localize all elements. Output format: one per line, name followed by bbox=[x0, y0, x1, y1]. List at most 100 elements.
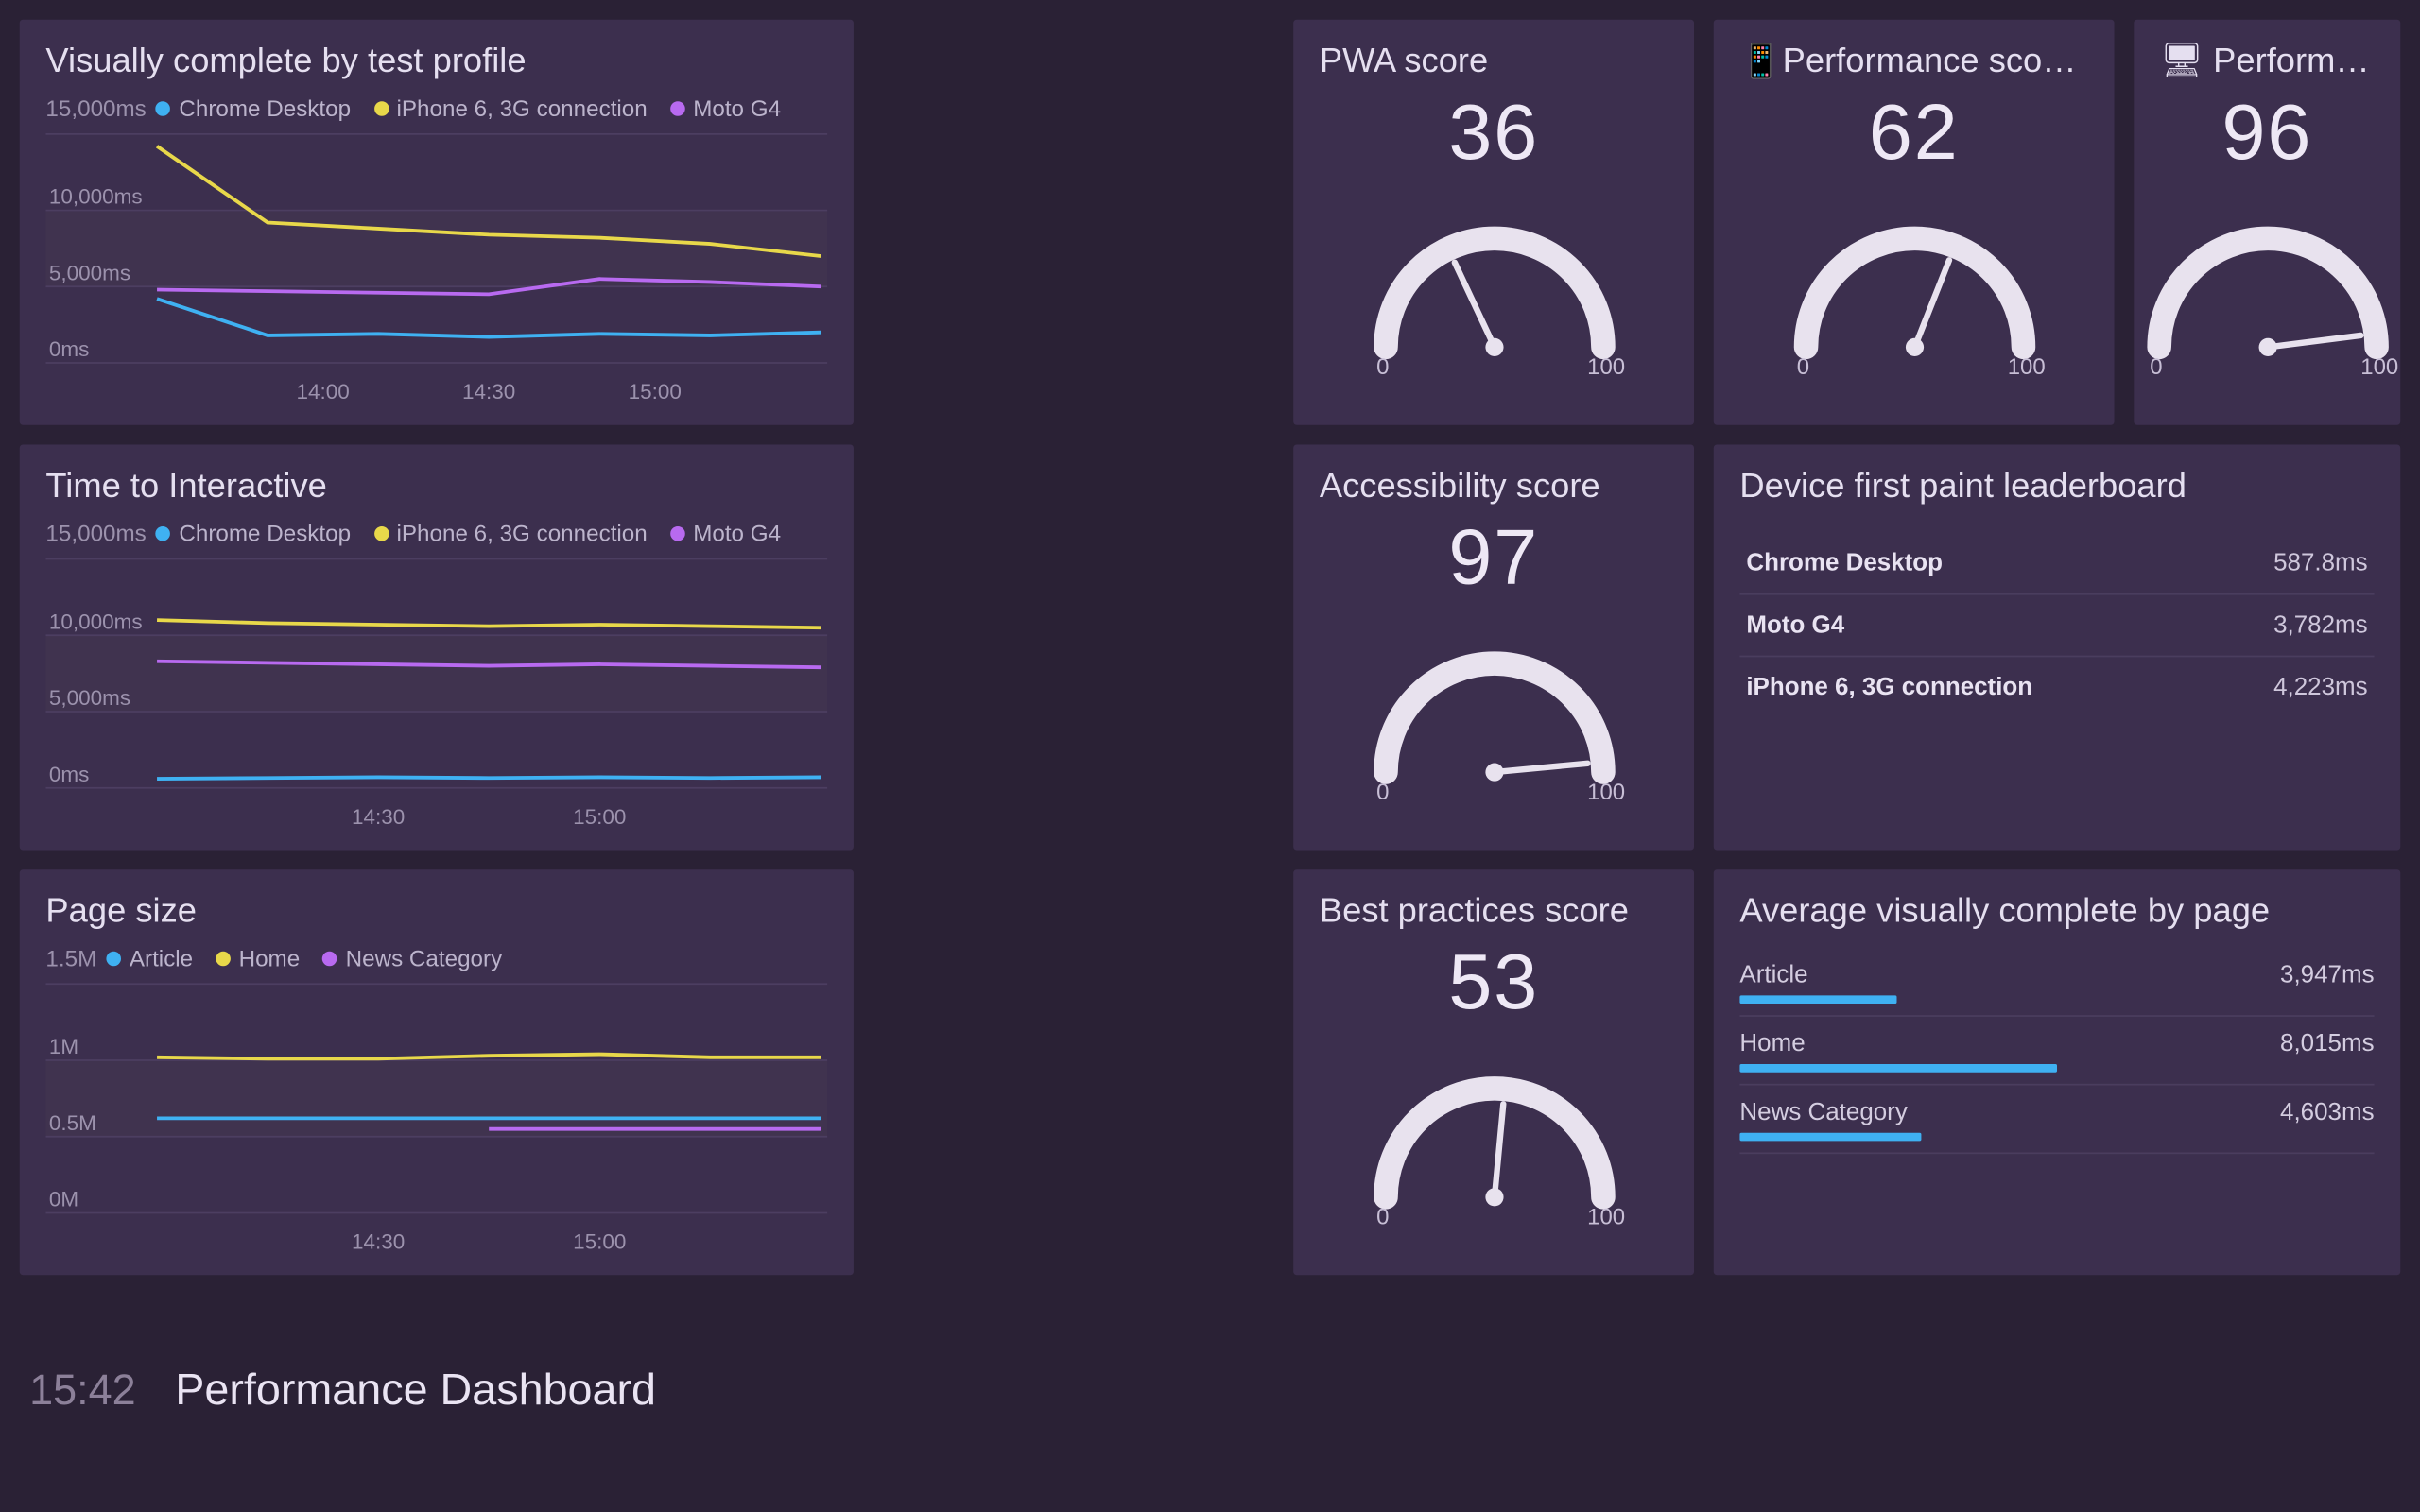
bar-name: News Category bbox=[1739, 1098, 1907, 1125]
legend-item: iPhone 6, 3G connection bbox=[373, 520, 647, 546]
legend-item: iPhone 6, 3G connection bbox=[373, 94, 647, 121]
gauge-value: 97 bbox=[1448, 513, 1539, 603]
bar-value: 4,603ms bbox=[2280, 1098, 2375, 1125]
card-title: Time to Interactive bbox=[45, 468, 827, 507]
leaderboard-value: 3,782ms bbox=[2273, 611, 2368, 639]
leaderboard-card: Device first paint leaderboardChrome Des… bbox=[1714, 444, 2400, 850]
gauge-value: 62 bbox=[1869, 88, 1960, 178]
legend-label: Moto G4 bbox=[693, 520, 781, 546]
svg-text:14:30: 14:30 bbox=[352, 805, 405, 829]
gauge-value: 53 bbox=[1448, 938, 1539, 1028]
bar-item: News Category 4,603ms bbox=[1739, 1098, 2374, 1141]
card-title: Visually complete by test profile bbox=[45, 43, 827, 82]
gauge: 360100 bbox=[1320, 94, 1668, 408]
barlist-card: Average visually complete by pageArticle… bbox=[1714, 869, 2400, 1275]
chart-plot-area: 10,000ms 5,000ms 0ms 14:00 14:30 15:00 bbox=[45, 130, 827, 408]
legend-label: News Category bbox=[346, 945, 503, 971]
bar-fill bbox=[1739, 995, 1895, 1004]
svg-text:0: 0 bbox=[1375, 354, 1388, 374]
svg-text:14:00: 14:00 bbox=[297, 380, 350, 404]
gauge-card: 📱Performance sco…620100 bbox=[1714, 20, 2115, 425]
card-title: Best practices score bbox=[1320, 892, 1668, 932]
legend-item: News Category bbox=[322, 945, 502, 971]
card-title: Accessibility score bbox=[1320, 468, 1668, 507]
gauge: 970100 bbox=[1320, 520, 1668, 833]
svg-text:100: 100 bbox=[1586, 780, 1624, 799]
svg-text:0ms: 0ms bbox=[49, 763, 89, 786]
legend-label: Article bbox=[130, 945, 193, 971]
legend-label: iPhone 6, 3G connection bbox=[397, 520, 648, 546]
footer-title: Performance Dashboard bbox=[175, 1364, 656, 1415]
gauge: 620100 bbox=[1739, 94, 2087, 408]
legend-label: iPhone 6, 3G connection bbox=[397, 94, 648, 121]
leaderboard-name: iPhone 6, 3G connection bbox=[1746, 674, 2032, 701]
svg-text:15:00: 15:00 bbox=[573, 1230, 626, 1254]
line-chart-card: Page size 1.5M Article Home News Category 1M 0… bbox=[20, 869, 854, 1275]
gauge-value: 36 bbox=[1448, 88, 1539, 178]
gauge-card: PWA score 360100 bbox=[1293, 20, 1694, 425]
legend-item: Home bbox=[216, 945, 300, 971]
y-axis-label: 15,000ms bbox=[45, 94, 146, 121]
legend-item: Chrome Desktop bbox=[156, 520, 351, 546]
legend-item: Moto G4 bbox=[670, 520, 781, 546]
svg-text:100: 100 bbox=[2007, 354, 2045, 374]
svg-text:0: 0 bbox=[1375, 1205, 1388, 1225]
gauge: 530100 bbox=[1320, 945, 1668, 1259]
bar-fill bbox=[1739, 1133, 1922, 1142]
y-axis-label: 15,000ms bbox=[45, 520, 146, 546]
bar-value: 3,947ms bbox=[2280, 961, 2375, 988]
svg-text:0: 0 bbox=[1375, 780, 1388, 799]
legend-dot-icon bbox=[156, 525, 171, 541]
svg-text:0: 0 bbox=[1796, 354, 1808, 374]
legend-label: Moto G4 bbox=[693, 94, 781, 121]
leaderboard-row: Chrome Desktop 587.8ms bbox=[1739, 533, 2374, 595]
legend-dot-icon bbox=[670, 100, 685, 115]
legend-dot-icon bbox=[373, 525, 389, 541]
bar-item: Article3,947ms bbox=[1739, 961, 2374, 1004]
bar-item: Home 8,015ms bbox=[1739, 1030, 2374, 1073]
svg-text:15:00: 15:00 bbox=[573, 805, 626, 829]
svg-text:1M: 1M bbox=[49, 1035, 78, 1058]
svg-text:0ms: 0ms bbox=[49, 337, 89, 361]
legend-dot-icon bbox=[322, 951, 337, 966]
leaderboard-name: Chrome Desktop bbox=[1746, 549, 1943, 576]
bar-value: 8,015ms bbox=[2280, 1030, 2375, 1057]
gauge-card: Best practices score 530100 bbox=[1293, 869, 1694, 1275]
card-title: PWA score bbox=[1320, 43, 1668, 82]
chart-legend: 15,000ms Chrome Desktop iPhone 6, 3G conne… bbox=[45, 520, 827, 546]
legend-label: Home bbox=[239, 945, 301, 971]
legend-dot-icon bbox=[670, 525, 685, 541]
leaderboard-value: 587.8ms bbox=[2273, 549, 2368, 576]
chart-legend: 1.5M Article Home News Category bbox=[45, 945, 827, 971]
barlist: Article3,947ms Home 8,015ms News Category 4,… bbox=[1739, 961, 2374, 1259]
legend-dot-icon bbox=[107, 951, 122, 966]
svg-text:5,000ms: 5,000ms bbox=[49, 261, 130, 284]
svg-text:10,000ms: 10,000ms bbox=[49, 185, 143, 209]
svg-text:14:30: 14:30 bbox=[462, 380, 515, 404]
svg-text:10,000ms: 10,000ms bbox=[49, 610, 143, 633]
legend-item: Chrome Desktop bbox=[156, 94, 351, 121]
legend-dot-icon bbox=[373, 100, 389, 115]
line-chart-card: Visually complete by test profile 15,000m… bbox=[20, 20, 854, 425]
leaderboard-list: Chrome Desktop 587.8ms Moto G43,782ms iPhon… bbox=[1739, 533, 2374, 833]
y-axis-label: 1.5M bbox=[45, 945, 96, 971]
leaderboard-row: Moto G43,782ms bbox=[1739, 595, 2374, 658]
bar-name: Home bbox=[1739, 1030, 1805, 1057]
legend-dot-icon bbox=[216, 951, 231, 966]
card-title: Page size bbox=[45, 892, 827, 932]
chart-plot-area: 10,000ms 5,000ms 0ms 14:30 15:00 bbox=[45, 556, 827, 833]
legend-item: Moto G4 bbox=[670, 94, 781, 121]
gauge-card: Accessibility score 97 0 100 bbox=[1293, 444, 1694, 850]
leaderboard-value: 4,223ms bbox=[2273, 674, 2368, 701]
chart-legend: 15,000ms Chrome Desktop iPhone 6, 3G conne… bbox=[45, 94, 827, 121]
svg-text:14:30: 14:30 bbox=[352, 1230, 405, 1254]
legend-label: Chrome Desktop bbox=[179, 520, 351, 546]
svg-text:15:00: 15:00 bbox=[629, 380, 682, 404]
chart-plot-area: 1M 0.5M 0M 14:30 15:00 bbox=[45, 981, 827, 1259]
svg-text:0.5M: 0.5M bbox=[49, 1111, 96, 1135]
svg-text:5,000ms: 5,000ms bbox=[49, 686, 130, 710]
legend-item: Article bbox=[107, 945, 194, 971]
bar-fill bbox=[1739, 1064, 2057, 1073]
svg-text:0M: 0M bbox=[49, 1188, 78, 1211]
legend-label: Chrome Desktop bbox=[179, 94, 351, 121]
